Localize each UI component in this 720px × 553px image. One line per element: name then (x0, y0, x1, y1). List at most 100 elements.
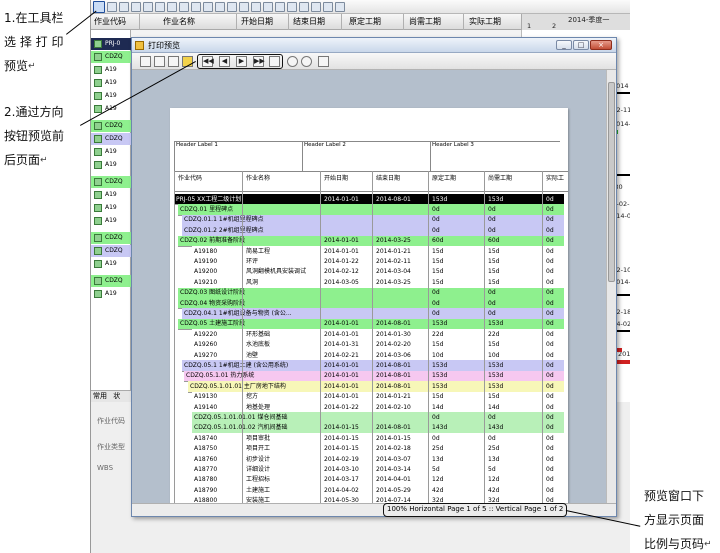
tree-row[interactable]: CDZQ (91, 275, 131, 287)
tree-row[interactable]: A19 (91, 77, 131, 89)
print-cell-remain: 25d (488, 445, 500, 453)
tree-row[interactable]: A19 (91, 189, 131, 201)
tree-row[interactable]: A19 (91, 258, 131, 270)
page-down-button[interactable] (269, 56, 280, 67)
tree-row[interactable]: A19 (91, 146, 131, 158)
last-page-button[interactable]: ▶▶ (253, 56, 265, 67)
first-page-button[interactable]: ◀◀ (202, 56, 214, 67)
print-cell-actual: 0d (546, 330, 554, 338)
tree-row[interactable]: A19 (91, 159, 131, 171)
chart-icon[interactable] (275, 1, 285, 12)
print-cell-end: 2014-02-11 (376, 257, 411, 265)
open-icon[interactable] (107, 1, 117, 12)
col-remaining-duration[interactable]: 尚需工期 (409, 16, 441, 27)
print-cell-code: A19270 (194, 351, 218, 359)
page-setup-icon[interactable] (140, 56, 151, 67)
tree-row[interactable]: PRJ-0 (91, 38, 131, 50)
col-original-duration[interactable]: 原定工期 (349, 16, 381, 27)
print-cell-end: 2014-08-01 (376, 424, 411, 432)
tree-row[interactable]: A19 (91, 288, 131, 300)
print-cell-code: CDZQ.05 土建施工阶段 (180, 320, 246, 328)
print-cell-code: CDZQ.05.1.01 热力系统 (186, 372, 255, 380)
print-cell-code: A18750 (194, 445, 218, 453)
preview-titlebar[interactable]: 打印预览 _ □ × (132, 38, 616, 53)
link-icon[interactable] (215, 1, 225, 12)
col-actual-duration[interactable]: 实际工期 (469, 16, 501, 27)
options-icon[interactable] (154, 56, 165, 67)
tree-row[interactable]: A19 (91, 215, 131, 227)
tree-row[interactable]: CDZQ (91, 51, 131, 63)
preview-title: 打印预览 (148, 41, 180, 50)
print-cell-dur: 15d (432, 247, 444, 255)
unlink-icon[interactable] (227, 1, 237, 12)
print-cell-remain: 153d (488, 320, 504, 328)
table-icon[interactable] (203, 1, 213, 12)
zoom-out-icon[interactable] (301, 56, 312, 67)
scrollbar-thumb[interactable] (608, 82, 615, 282)
previous-page-button[interactable]: ◀ (219, 56, 230, 67)
print-cell-remain: 0d (488, 413, 496, 421)
delete-icon[interactable] (155, 1, 165, 12)
print-cell-name: 环形基础 (246, 330, 271, 338)
close-button[interactable]: × (590, 40, 612, 50)
tree-row[interactable]: A19 (91, 202, 131, 214)
tab-status[interactable]: 状 (113, 392, 120, 400)
print-cell-code: A19200 (194, 268, 218, 276)
annotation-step3-line2: 方显示页面 (644, 513, 705, 527)
report-icon[interactable] (311, 1, 321, 12)
print-cell-dur: 14d (432, 403, 444, 411)
tree-row[interactable]: CDZQ (91, 232, 131, 244)
indent-icon[interactable] (239, 1, 249, 12)
calendar-icon[interactable] (299, 1, 309, 12)
tree-row[interactable]: CDZQ (91, 245, 131, 257)
print-cell-end: 2014-02-20 (376, 341, 411, 349)
fit-page-icon[interactable] (318, 56, 329, 67)
paste-icon[interactable] (143, 1, 153, 12)
print-cell-remain: 15d (488, 247, 500, 255)
tree-row[interactable]: CDZQ (91, 133, 131, 145)
print-cell-start: 2014-04-02 (324, 486, 359, 494)
minimize-button[interactable]: _ (556, 40, 572, 50)
tree-row[interactable]: A19 (91, 64, 131, 76)
print-cell-dur: 10d (432, 351, 444, 359)
print-cell-remain: 15d (488, 257, 500, 265)
resource-icon[interactable] (287, 1, 297, 12)
print-cell-code: A18740 (194, 434, 218, 442)
tree-row[interactable]: CDZQ (91, 120, 131, 132)
tree-row[interactable]: CDZQ (91, 176, 131, 188)
outdent-icon[interactable] (251, 1, 261, 12)
settings-icon[interactable] (323, 1, 333, 12)
print-cell-dur: 0d (432, 226, 440, 234)
sort-icon[interactable] (191, 1, 201, 12)
col-activity-code[interactable]: 作业代码 (94, 16, 126, 27)
print-cell-end: 2014-05-29 (376, 486, 411, 494)
col-end-date[interactable]: 结束日期 (293, 16, 325, 27)
print-cell-end: 2014-03-25 (376, 237, 411, 245)
print-col-remaining: 尚需工期 (488, 175, 513, 182)
print-cell-dur: 153d (432, 382, 448, 390)
print-cell-dur: 0d (432, 434, 440, 442)
tab-general[interactable]: 常用 (93, 392, 107, 400)
vertical-scrollbar[interactable] (606, 70, 616, 503)
schedule-icon[interactable] (263, 1, 273, 12)
print-icon[interactable] (168, 56, 179, 67)
cut-icon[interactable] (131, 1, 141, 12)
print-cell-remain: 153d (488, 372, 504, 380)
print-cell-start: 2014-01-01 (324, 330, 359, 338)
print-cell-code: A19180 (194, 247, 218, 255)
filter-icon[interactable] (179, 1, 189, 12)
preview-canvas[interactable]: Header Label 1 Header Label 2 Header Lab… (132, 70, 606, 503)
copy-icon[interactable] (119, 1, 129, 12)
gantt-week-2: 2 (552, 22, 557, 30)
tree-row[interactable]: A19 (91, 103, 131, 115)
maximize-button[interactable]: □ (573, 40, 589, 50)
print-cell-code: CDZQ.02 前期准备阶段 (180, 237, 246, 245)
col-start-date[interactable]: 开始日期 (241, 16, 273, 27)
print-cell-remain: 153d (488, 195, 504, 203)
help-icon[interactable] (335, 1, 345, 12)
zoom-in-icon[interactable] (287, 56, 298, 67)
print-cell-dur: 0d (432, 216, 440, 224)
col-activity-name[interactable]: 作业名称 (163, 16, 195, 27)
grid-icon[interactable] (167, 1, 177, 12)
next-page-button[interactable]: ▶ (236, 56, 247, 67)
